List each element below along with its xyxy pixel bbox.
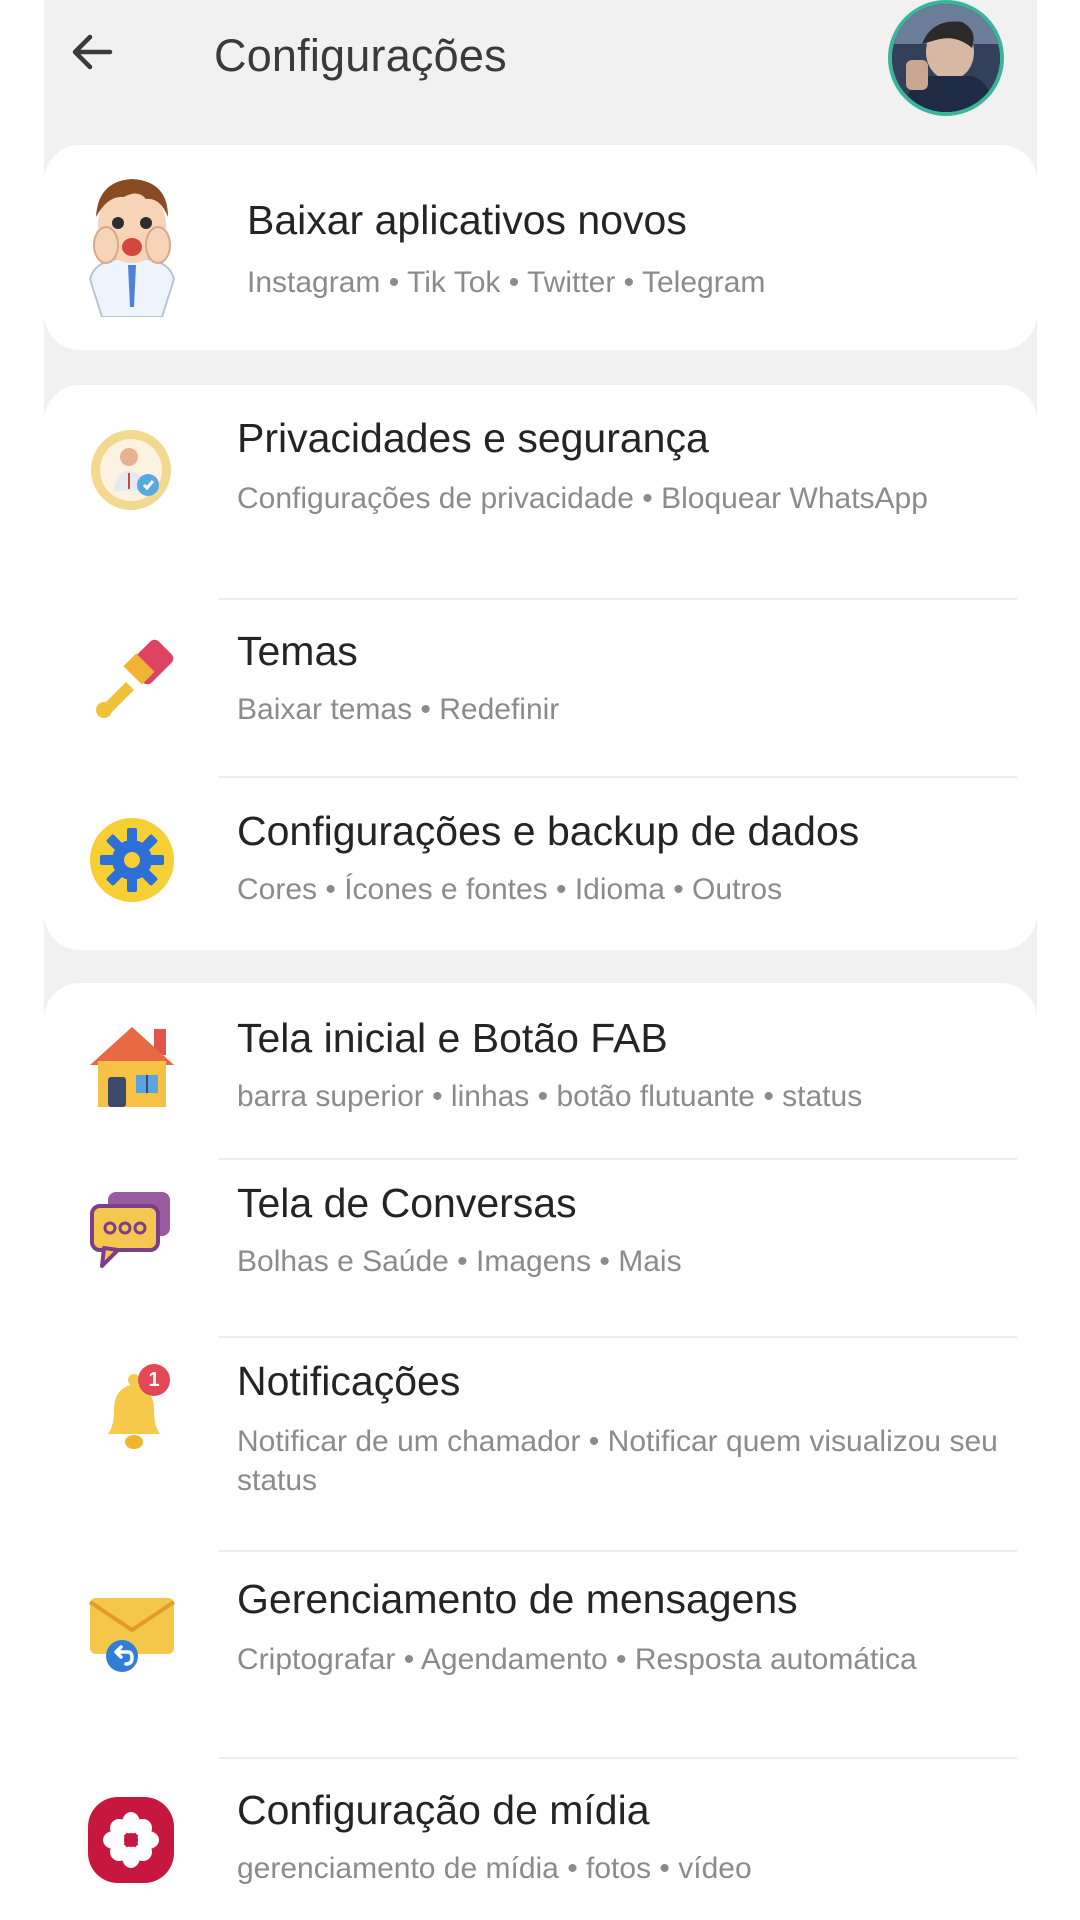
themes-subtitle: Baixar temas • Redefinir [237,693,560,726]
media-settings-subtitle: gerenciamento de mídia • fotos • vídeo [237,1852,752,1885]
back-button[interactable] [62,22,122,82]
house-icon [90,1027,174,1107]
message-management-item[interactable]: Gerenciamento de mensagens Criptografar … [44,1552,1037,1757]
themes-label: Temas [237,628,358,674]
notifications-item[interactable]: 1 Notificações Notificar de um chamador … [44,1338,1037,1550]
media-settings-item[interactable]: Configuração de mídia gerenciamento de m… [44,1759,1037,1920]
privacy-security-subtitle: Configurações de privacidade • Bloquear … [237,482,928,515]
notifications-label: Notificações [237,1358,461,1404]
notifications-subtitle: Notificar de um chamador • Notificar que… [237,1425,998,1497]
settings-group-2: Tela inicial e Botão FAB barra superior … [44,983,1037,1920]
download-apps-item[interactable]: Baixar aplicativos novos Instagram • Tik… [44,145,1037,350]
notification-badge: 1 [138,1364,170,1396]
promo-card: Baixar aplicativos novos Instagram • Tik… [44,145,1037,350]
home-screen-fab-item[interactable]: Tela inicial e Botão FAB barra superior … [44,983,1037,1158]
envelope-icon [88,1598,176,1672]
message-management-label: Gerenciamento de mensagens [237,1576,798,1622]
download-apps-subtitle: Instagram • Tik Tok • Twitter • Telegram [247,266,766,299]
media-settings-label: Configuração de mídia [237,1787,650,1833]
conversations-screen-subtitle: Bolhas e Saúde • Imagens • Mais [237,1245,682,1278]
settings-screen: Configurações Baixar aplicativos novos I… [44,0,1037,1920]
chat-bubbles-icon [90,1192,170,1268]
conversations-screen-item[interactable]: Tela de Conversas Bolhas e Saúde • Image… [44,1160,1037,1336]
backup-settings-subtitle: Cores • Ícones e fontes • Idioma • Outro… [237,873,783,906]
home-screen-fab-label: Tela inicial e Botão FAB [237,1015,668,1061]
download-apps-label: Baixar aplicativos novos [247,197,687,243]
backup-settings-item[interactable]: Configurações e backup de dados Cores • … [44,778,1037,950]
privacy-security-item[interactable]: Privacidades e segurança Configurações d… [44,385,1037,598]
conversations-screen-label: Tela de Conversas [237,1180,577,1226]
settings-group-1: Privacidades e segurança Configurações d… [44,385,1037,950]
paintbrush-icon [96,639,174,718]
message-management-subtitle: Criptografar • Agendamento • Resposta au… [237,1643,917,1676]
themes-item[interactable]: Temas Baixar temas • Redefinir [44,600,1037,778]
media-flower-icon [88,1797,174,1883]
avatar-photo [892,4,1000,112]
home-screen-fab-subtitle: barra superior • linhas • botão flutuant… [237,1080,863,1113]
profile-avatar[interactable] [888,0,1004,116]
privacy-icon [91,430,171,510]
page-title: Configurações [214,30,507,81]
back-arrow-icon [72,34,113,70]
cartoon-boy-icon [88,179,176,317]
bell-icon: 1 [84,1362,194,1462]
privacy-security-label: Privacidades e segurança [237,415,709,461]
backup-settings-label: Configurações e backup de dados [237,808,860,854]
top-app-bar: Configurações [44,0,1037,120]
gear-icon [90,818,174,902]
